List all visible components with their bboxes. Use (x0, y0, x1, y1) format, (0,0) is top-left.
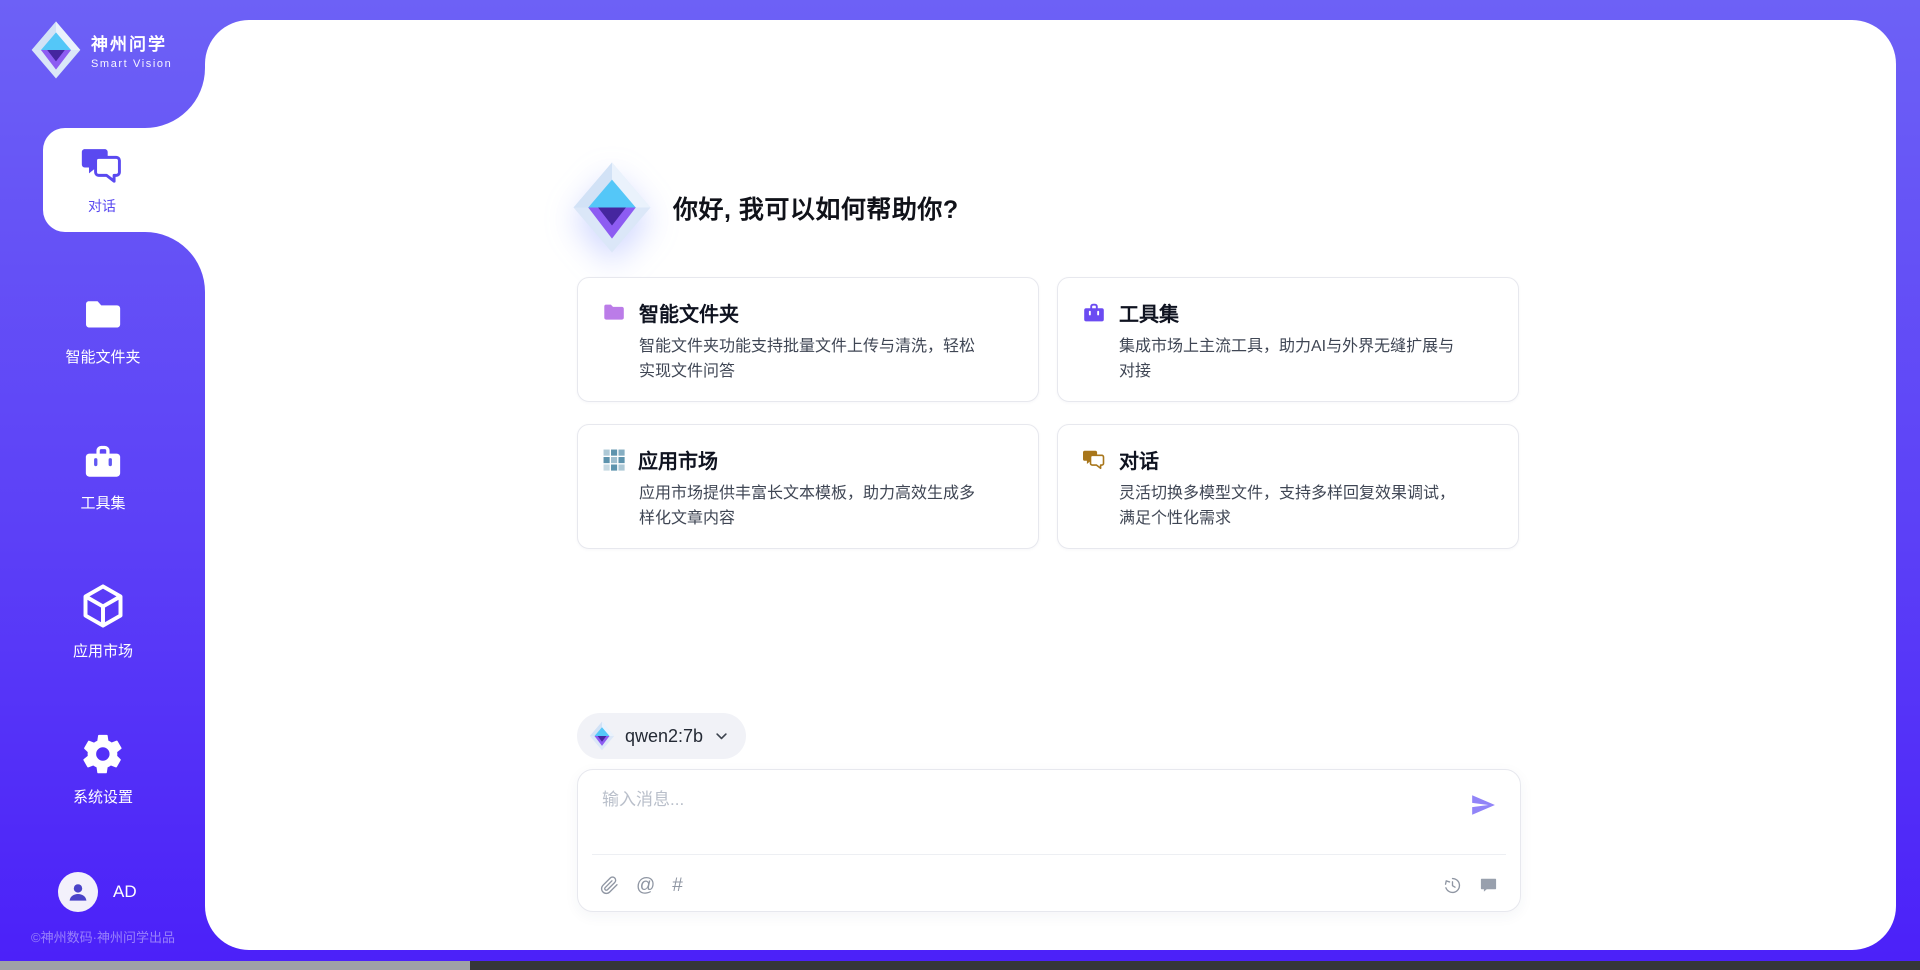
person-icon (66, 880, 90, 904)
model-selector[interactable]: qwen2:7b (577, 713, 746, 759)
composer-tools-left: @ # (600, 876, 683, 895)
composer: @ # (577, 769, 1521, 912)
horizontal-scrollbar[interactable] (0, 961, 1920, 970)
model-name: qwen2:7b (625, 726, 703, 747)
grid-icon (602, 448, 625, 471)
card-desc: 集成市场上主流工具，助力AI与外界无缝扩展与对接 (1119, 335, 1459, 385)
mention-button[interactable]: @ (636, 876, 655, 895)
folder-icon (82, 295, 124, 337)
card-head: 应用市场 (602, 445, 1014, 474)
sidebar-item-smart-folders[interactable]: 智能文件夹 (0, 295, 206, 367)
feature-card-app-market[interactable]: 应用市场 应用市场提供丰富长文本模板，助力高效生成多样化文章内容 (577, 424, 1039, 549)
attach-button[interactable] (600, 876, 619, 895)
card-head: 智能文件夹 (602, 298, 1014, 327)
card-head: 工具集 (1082, 298, 1494, 327)
cube-icon (78, 581, 128, 631)
feature-card-smart-folders[interactable]: 智能文件夹 智能文件夹功能支持批量文件上传与清洗，轻松实现文件问答 (577, 277, 1039, 402)
sidebar-item-label: 系统设置 (73, 786, 133, 807)
feature-card-toolset[interactable]: 工具集 集成市场上主流工具，助力AI与外界无缝扩展与对接 (1057, 277, 1519, 402)
briefcase-icon (82, 441, 124, 483)
folder-icon (602, 301, 626, 325)
send-button[interactable] (1470, 792, 1496, 818)
card-title: 应用市场 (638, 445, 718, 474)
send-icon (1470, 792, 1496, 818)
sidebar-item-label: 工具集 (80, 492, 125, 513)
card-desc: 智能文件夹功能支持批量文件上传与清洗，轻松实现文件问答 (639, 335, 979, 385)
main-panel: 你好, 我可以如何帮助你? 智能文件夹 智能文件夹功能支持批量文件上传与清洗，轻… (205, 20, 1896, 950)
card-desc: 应用市场提供丰富长文本模板，助力高效生成多样化文章内容 (639, 482, 979, 532)
briefcase-icon (1082, 301, 1106, 325)
paperclip-icon (600, 876, 619, 895)
card-head: 对话 (1082, 445, 1494, 474)
composer-divider (592, 854, 1506, 855)
chevron-down-icon (713, 728, 730, 745)
gear-icon (80, 731, 126, 777)
quick-reply-button[interactable] (1479, 876, 1498, 895)
greeting-text: 你好, 我可以如何帮助你? (673, 190, 959, 226)
chat-bubbles-icon (80, 144, 124, 188)
user-profile[interactable]: AD (58, 872, 137, 912)
assistant-logo-icon (571, 160, 653, 255)
scrollbar-thumb[interactable] (0, 961, 470, 970)
cards-grid: 智能文件夹 智能文件夹功能支持批量文件上传与清洗，轻松实现文件问答 工具集 集成… (577, 277, 1519, 549)
brand-name: 神州问学 (91, 30, 172, 55)
sidebar-item-app-market[interactable]: 应用市场 (0, 581, 206, 661)
brand-text: 神州问学 Smart Vision (91, 30, 172, 70)
sidebar-item-toolset[interactable]: 工具集 (0, 441, 206, 513)
user-name: AD (113, 882, 137, 902)
chat-bubbles-icon (1082, 448, 1106, 472)
brand: 神州问学 Smart Vision (30, 20, 172, 80)
composer-toolbar: @ # (600, 866, 1498, 904)
topic-button[interactable]: # (672, 876, 683, 895)
app-root: 你好, 我可以如何帮助你? 智能文件夹 智能文件夹功能支持批量文件上传与清洗，轻… (0, 0, 1920, 970)
chat-bubble-icon (1479, 876, 1498, 895)
composer-tools-right (1443, 876, 1498, 895)
at-icon: @ (636, 876, 655, 895)
model-logo-icon (589, 721, 615, 751)
message-input[interactable] (600, 784, 1424, 816)
brand-logo-icon (30, 20, 82, 80)
sidebar-item-label: 应用市场 (73, 640, 133, 661)
sidebar-item-label: 对话 (88, 196, 116, 216)
hash-icon: # (672, 876, 683, 895)
sidebar-item-label: 智能文件夹 (65, 346, 140, 367)
sidebar-footer: ©神州数码·神州问学出品 (0, 927, 206, 946)
history-button[interactable] (1443, 876, 1462, 895)
sidebar-item-settings[interactable]: 系统设置 (0, 731, 206, 807)
card-title: 智能文件夹 (639, 298, 739, 327)
brand-subtitle: Smart Vision (91, 58, 172, 70)
history-icon (1443, 876, 1462, 895)
card-title: 对话 (1119, 445, 1159, 474)
card-title: 工具集 (1119, 298, 1179, 327)
sidebar-item-chat[interactable]: 对话 (43, 128, 213, 232)
greeting: 你好, 我可以如何帮助你? (571, 160, 959, 255)
feature-card-chat[interactable]: 对话 灵活切换多模型文件，支持多样回复效果调试，满足个性化需求 (1057, 424, 1519, 549)
avatar (58, 872, 98, 912)
card-desc: 灵活切换多模型文件，支持多样回复效果调试，满足个性化需求 (1119, 482, 1459, 532)
